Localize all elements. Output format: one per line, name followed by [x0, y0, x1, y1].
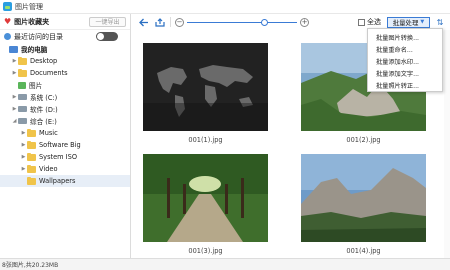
batch-menu: 批量图片转换... 批量重命名... 批量添加水印... 批量添加文字... 批… [367, 28, 443, 92]
computer-icon [9, 45, 18, 53]
tree-item-label: 软件 (D:) [30, 106, 58, 114]
folder-icon [27, 176, 36, 185]
image-name-4: 001(4).jpg [346, 247, 381, 255]
recent-dirs-row[interactable]: 最近访问的目录 [0, 30, 130, 43]
export-folder-icon[interactable] [154, 16, 166, 28]
tree-item[interactable]: ▶ Documents [0, 67, 130, 79]
tree-item[interactable]: ▶ Music [0, 127, 130, 139]
zoom-in-button[interactable]: + [300, 17, 309, 27]
folder-icon [27, 164, 36, 173]
folder-icon [27, 128, 36, 137]
recent-toggle[interactable] [96, 32, 118, 41]
zoom-slider-knob[interactable] [261, 18, 269, 26]
sort-icon[interactable]: ⇅ [434, 16, 446, 28]
image-name-1: 001(1).jpg [188, 136, 223, 144]
drive-icon [18, 94, 27, 100]
expand-arrow-icon[interactable]: ▶ [11, 58, 18, 64]
folder-icon [18, 68, 27, 77]
tree-item[interactable]: Wallpapers [0, 175, 130, 187]
expand-arrow-icon[interactable]: ▶ [20, 142, 27, 148]
menu-item-batch-watermark[interactable]: 批量添加水印... [368, 55, 442, 67]
tree-item[interactable]: ▶ Video [0, 163, 130, 175]
favorites-label: 图片收藏夹 [14, 17, 50, 26]
tree-item-label: Software Big [39, 141, 81, 149]
thumbnail-4[interactable] [301, 154, 426, 242]
expand-arrow-icon[interactable]: ▶ [20, 166, 27, 172]
export-button[interactable]: 一键导出 [89, 16, 126, 27]
tree-item[interactable]: ▶ 软件 (D:) [0, 103, 130, 115]
cliff-image [301, 154, 426, 242]
title-bar: 图片管理 [0, 0, 450, 14]
status-bar: 8张图片,共20.23MB [0, 258, 450, 270]
expand-arrow-icon[interactable]: ▶ [11, 106, 18, 112]
menu-item-batch-rename[interactable]: 批量重命名... [368, 43, 442, 55]
expand-arrow-icon[interactable]: ◢ [11, 118, 18, 124]
tree-item[interactable]: 图片 [0, 79, 130, 91]
menu-item-batch-add-text[interactable]: 批量添加文字... [368, 67, 442, 79]
window-title: 图片管理 [15, 2, 43, 11]
batch-process-label: 批量处理 [392, 18, 419, 27]
zoom-slider-track [187, 21, 297, 23]
tree-item[interactable]: 我的电脑 [0, 43, 130, 55]
select-all-label: 全选 [367, 18, 381, 26]
drive-icon [18, 106, 27, 112]
sidebar: ♥ 图片收藏夹 一键导出 最近访问的目录 我的电脑 ▶ Desktop ▶ Docume… [0, 14, 131, 258]
tree-item-label: System ISO [39, 153, 78, 161]
zoom-out-button[interactable]: − [175, 17, 184, 27]
image-folder-icon [18, 81, 26, 89]
tree-item[interactable]: ▶ Desktop [0, 55, 130, 67]
tree-item[interactable]: ◢ 综合 (E:) [0, 115, 130, 127]
tree-item-label: Video [39, 165, 58, 173]
tree-item-label: 综合 (E:) [30, 118, 57, 126]
tree-road-image [143, 154, 268, 242]
tree-item[interactable]: ▶ Software Big [0, 139, 130, 151]
drive-icon [18, 118, 27, 124]
tree-item-label: 系统 (C:) [30, 94, 58, 102]
expand-arrow-icon[interactable]: ▶ [11, 70, 18, 76]
tree-item-label: 图片 [29, 82, 43, 90]
toolbar-divider [170, 17, 171, 27]
tree-item-label: 我的电脑 [21, 46, 48, 54]
thumbnail-1[interactable] [143, 43, 268, 131]
select-all-checkbox[interactable] [358, 18, 365, 26]
tree-item-label: Wallpapers [39, 177, 76, 185]
favorites-row[interactable]: ♥ 图片收藏夹 一键导出 [0, 14, 130, 30]
folder-icon [18, 56, 27, 65]
menu-item-batch-rotate[interactable]: 批量照片转正... [368, 79, 442, 91]
folder-icon [27, 152, 36, 161]
app-logo-icon [3, 2, 12, 11]
expand-arrow-icon[interactable]: ▶ [11, 94, 18, 100]
tree-item-label: Desktop [30, 57, 58, 65]
zoom-slider[interactable] [187, 18, 297, 27]
folder-tree: 我的电脑 ▶ Desktop ▶ Documents 图片 ▶ 系统 (C:) ▶ 软件 (D:)… [0, 43, 130, 187]
folder-icon [27, 140, 36, 149]
tree-item[interactable]: ▶ 系统 (C:) [0, 91, 130, 103]
expand-arrow-icon[interactable]: ▶ [20, 154, 27, 160]
heart-icon: ♥ [4, 17, 12, 26]
content-scrollbar[interactable] [444, 30, 450, 258]
tree-item[interactable]: ▶ System ISO [0, 151, 130, 163]
status-text: 8张图片,共20.23MB [2, 262, 59, 269]
tree-item-label: Documents [30, 69, 68, 77]
menu-item-batch-convert[interactable]: 批量图片转换... [368, 31, 442, 43]
recent-label: 最近访问的目录 [14, 32, 63, 41]
tree-item-label: Music [39, 129, 58, 137]
image-name-2: 001(2).jpg [346, 136, 381, 144]
chevron-down-icon: ▼ [420, 19, 425, 25]
expand-arrow-icon[interactable]: ▶ [20, 130, 27, 136]
image-name-3: 001(3).jpg [188, 247, 223, 255]
batch-process-button[interactable]: 批量处理 ▼ [387, 16, 430, 28]
thumbnail-3[interactable] [143, 154, 268, 242]
recent-icon [4, 33, 11, 40]
back-arrow-icon[interactable] [138, 16, 150, 28]
world-map-image [143, 43, 268, 131]
select-all-control[interactable]: 全选 [358, 17, 381, 27]
